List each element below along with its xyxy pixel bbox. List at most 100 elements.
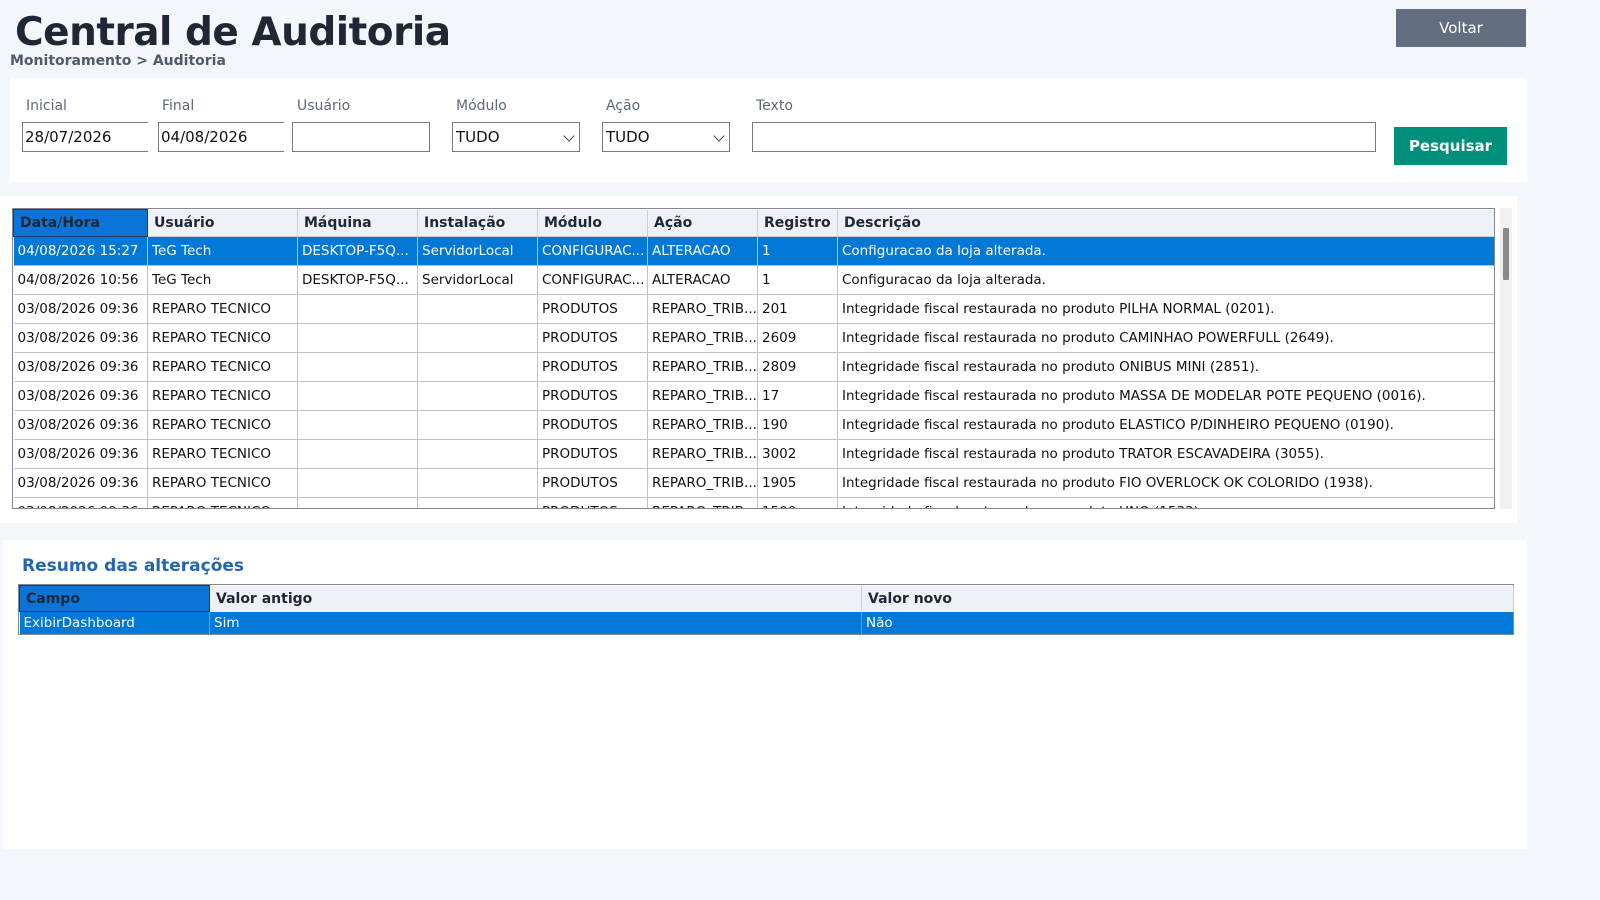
- cell-installation[interactable]: [417, 439, 538, 469]
- cell-date-time[interactable]: 03/08/2026 09:36: [13, 439, 148, 469]
- cell-description[interactable]: Integridade fiscal restaurada no produto…: [837, 468, 1494, 498]
- cell-record[interactable]: 1500: [757, 497, 838, 508]
- summary-row[interactable]: ExibirDashboard Sim Não: [19, 611, 1514, 634]
- cell-action[interactable]: REPARO_TRIB...: [647, 410, 758, 440]
- column-header-action[interactable]: Ação: [647, 209, 758, 237]
- summary-column-new-value[interactable]: Valor novo: [861, 585, 1514, 612]
- cell-user[interactable]: REPARO TECNICO: [147, 497, 298, 508]
- summary-column-field[interactable]: Campo: [19, 585, 210, 612]
- column-header-installation[interactable]: Instalação: [417, 209, 538, 237]
- cell-action[interactable]: REPARO_TRIB...: [647, 497, 758, 508]
- cell-module[interactable]: PRODUTOS: [537, 352, 648, 382]
- back-button[interactable]: Voltar: [1396, 9, 1526, 47]
- cell-action[interactable]: REPARO_TRIB...: [647, 323, 758, 353]
- cell-user[interactable]: REPARO TECNICO: [147, 323, 298, 353]
- cell-date-time[interactable]: 03/08/2026 09:36: [13, 468, 148, 498]
- cell-machine[interactable]: [297, 323, 418, 353]
- cell-date-time[interactable]: 03/08/2026 09:36: [13, 294, 148, 324]
- cell-installation[interactable]: [417, 410, 538, 440]
- cell-record[interactable]: 1: [757, 236, 838, 266]
- cell-user[interactable]: TeG Tech: [147, 236, 298, 266]
- audit-grid[interactable]: Data/Hora Usuário Máquina Instalação Módulo A…: [12, 208, 1495, 509]
- cell-date-time[interactable]: 04/08/2026 15:27: [13, 236, 148, 266]
- cell-module[interactable]: PRODUTOS: [537, 410, 648, 440]
- column-header-record[interactable]: Registro: [757, 209, 838, 237]
- summary-column-old-value[interactable]: Valor antigo: [209, 585, 862, 612]
- cell-description[interactable]: Integridade fiscal restaurada no produto…: [837, 410, 1494, 440]
- cell-user[interactable]: REPARO TECNICO: [147, 439, 298, 469]
- cell-date-time[interactable]: 03/08/2026 09:36: [13, 381, 148, 411]
- cell-machine[interactable]: [297, 468, 418, 498]
- final-date-field[interactable]: 04/08/2026: [158, 122, 284, 152]
- cell-record[interactable]: 3002: [757, 439, 838, 469]
- module-select[interactable]: TUDO: [452, 122, 580, 152]
- cell-action[interactable]: REPARO_TRIB...: [647, 439, 758, 469]
- cell-machine[interactable]: [297, 352, 418, 382]
- action-select[interactable]: TUDO: [602, 122, 730, 152]
- search-button[interactable]: Pesquisar: [1394, 127, 1507, 165]
- cell-installation[interactable]: [417, 381, 538, 411]
- cell-machine[interactable]: [297, 294, 418, 324]
- cell-description[interactable]: Integridade fiscal restaurada no produto…: [837, 439, 1494, 469]
- table-row[interactable]: 03/08/2026 09:36REPARO TECNICO PRODUTOSRE…: [13, 439, 1494, 469]
- cell-user[interactable]: REPARO TECNICO: [147, 468, 298, 498]
- text-filter-input[interactable]: [752, 122, 1376, 152]
- column-header-description[interactable]: Descrição: [837, 209, 1494, 237]
- cell-date-time[interactable]: 03/08/2026 09:36: [13, 352, 148, 382]
- vertical-scrollbar[interactable]: [1500, 208, 1512, 509]
- cell-action[interactable]: REPARO_TRIB...: [647, 381, 758, 411]
- cell-installation[interactable]: ServidorLocal: [417, 265, 538, 295]
- table-row[interactable]: 04/08/2026 10:56 TeG Tech DESKTOP-F5Q... Se…: [13, 265, 1494, 295]
- cell-record[interactable]: 17: [757, 381, 838, 411]
- cell-description[interactable]: Integridade fiscal restaurada no produto…: [837, 352, 1494, 382]
- cell-machine[interactable]: DESKTOP-F5Q...: [297, 236, 418, 266]
- table-row[interactable]: 03/08/2026 09:36REPARO TECNICO PRODUTOSRE…: [13, 410, 1494, 440]
- table-row[interactable]: 03/08/2026 09:36REPARO TECNICO PRODUTOSRE…: [13, 381, 1494, 411]
- cell-description[interactable]: Integridade fiscal restaurada no produto…: [837, 323, 1494, 353]
- column-header-machine[interactable]: Máquina: [297, 209, 418, 237]
- cell-description[interactable]: Configuracao da loja alterada.: [837, 236, 1494, 266]
- cell-description[interactable]: Integridade fiscal restaurada no produto…: [837, 497, 1494, 508]
- cell-machine[interactable]: [297, 410, 418, 440]
- cell-action[interactable]: ALTERACAO: [647, 265, 758, 295]
- table-row[interactable]: 03/08/2026 09:36REPARO TECNICO PRODUTOSRE…: [13, 323, 1494, 353]
- cell-action[interactable]: REPARO_TRIB...: [647, 352, 758, 382]
- cell-record[interactable]: 201: [757, 294, 838, 324]
- cell-machine[interactable]: DESKTOP-F5Q...: [297, 265, 418, 295]
- cell-user[interactable]: REPARO TECNICO: [147, 381, 298, 411]
- cell-user[interactable]: REPARO TECNICO: [147, 294, 298, 324]
- cell-action[interactable]: REPARO_TRIB...: [647, 294, 758, 324]
- cell-machine[interactable]: [297, 497, 418, 508]
- cell-description[interactable]: Integridade fiscal restaurada no produto…: [837, 294, 1494, 324]
- cell-description[interactable]: Configuracao da loja alterada.: [837, 265, 1494, 295]
- table-row[interactable]: 03/08/2026 09:36REPARO TECNICO PRODUTOSRE…: [13, 468, 1494, 498]
- column-header-date-time[interactable]: Data/Hora: [13, 209, 148, 237]
- cell-installation[interactable]: [417, 323, 538, 353]
- cell-installation[interactable]: [417, 497, 538, 508]
- cell-record[interactable]: 2809: [757, 352, 838, 382]
- scrollbar-thumb[interactable]: [1503, 228, 1509, 280]
- cell-machine[interactable]: [297, 439, 418, 469]
- initial-date-field[interactable]: 28/07/2026: [22, 122, 148, 152]
- cell-module[interactable]: PRODUTOS: [537, 439, 648, 469]
- cell-module[interactable]: PRODUTOS: [537, 497, 648, 508]
- cell-record[interactable]: 1905: [757, 468, 838, 498]
- cell-module[interactable]: PRODUTOS: [537, 468, 648, 498]
- cell-installation[interactable]: [417, 352, 538, 382]
- cell-module[interactable]: CONFIGURAC...: [537, 236, 648, 266]
- table-row[interactable]: 04/08/2026 15:27 TeG Tech DESKTOP-F5Q... Se…: [13, 236, 1494, 266]
- column-header-module[interactable]: Módulo: [537, 209, 648, 237]
- cell-installation[interactable]: [417, 294, 538, 324]
- cell-date-time[interactable]: 04/08/2026 10:56: [13, 265, 148, 295]
- cell-module[interactable]: PRODUTOS: [537, 381, 648, 411]
- column-header-user[interactable]: Usuário: [147, 209, 298, 237]
- cell-module[interactable]: PRODUTOS: [537, 294, 648, 324]
- table-row[interactable]: 03/08/2026 09:36REPARO TECNICO PRODUTOSRE…: [13, 294, 1494, 324]
- cell-date-time[interactable]: 03/08/2026 09:36: [13, 497, 148, 508]
- summary-grid[interactable]: Campo Valor antigo Valor novo ExibirDashbo…: [18, 584, 1514, 635]
- cell-user[interactable]: REPARO TECNICO: [147, 352, 298, 382]
- summary-cell-field[interactable]: ExibirDashboard: [19, 611, 210, 634]
- cell-installation[interactable]: ServidorLocal: [417, 236, 538, 266]
- cell-action[interactable]: ALTERACAO: [647, 236, 758, 266]
- cell-module[interactable]: PRODUTOS: [537, 323, 648, 353]
